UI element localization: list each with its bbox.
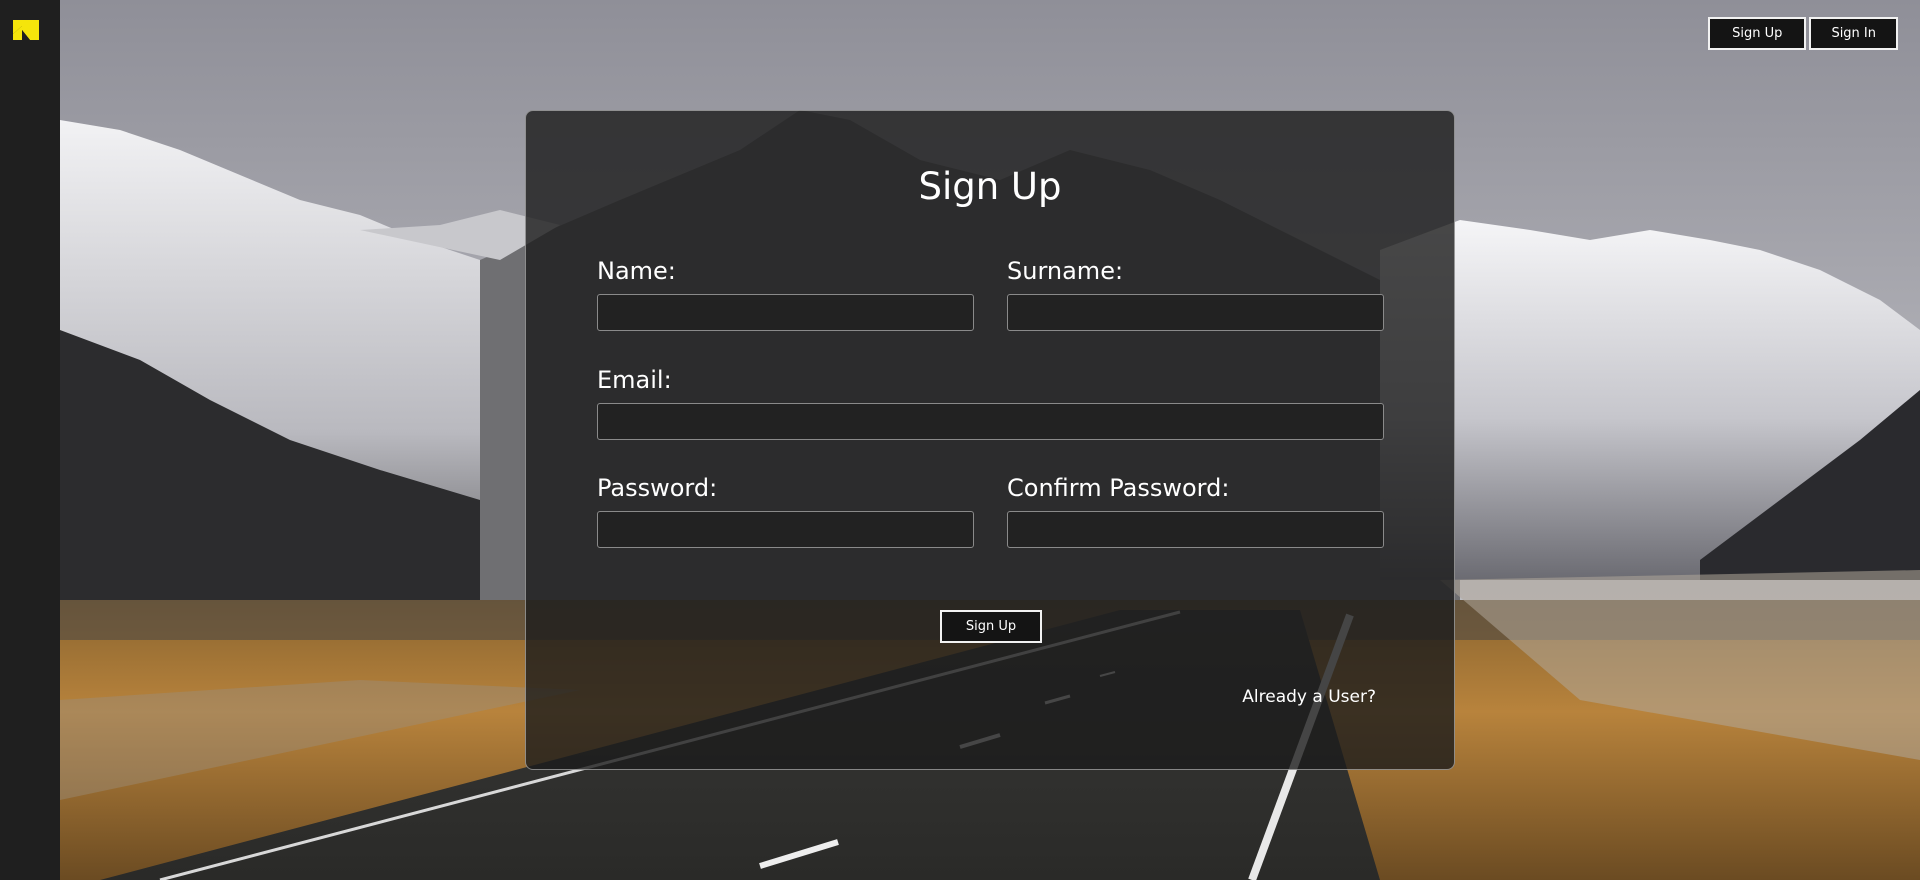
- password-input[interactable]: [597, 511, 974, 548]
- email-label: Email:: [597, 366, 672, 394]
- signup-form-card: Sign Up Name: Surname: Email: Password: …: [525, 110, 1455, 770]
- already-user-link[interactable]: Already a User?: [1242, 687, 1376, 707]
- password-label: Password:: [597, 474, 718, 502]
- email-input[interactable]: [597, 403, 1384, 440]
- sidebar: [0, 0, 60, 880]
- confirm-password-input[interactable]: [1007, 511, 1384, 548]
- surname-input[interactable]: [1007, 294, 1384, 331]
- brand-logo-icon[interactable]: [13, 20, 39, 40]
- top-nav: Sign Up Sign In: [1708, 17, 1898, 50]
- password-field-group: Password:: [597, 474, 974, 548]
- email-field-group: Email:: [597, 366, 1384, 440]
- signup-submit-button[interactable]: Sign Up: [940, 610, 1042, 643]
- name-field-group: Name:: [597, 257, 974, 331]
- surname-field-group: Surname:: [1007, 257, 1384, 331]
- confirm-password-field-group: Confirm Password:: [1007, 474, 1384, 548]
- form-title: Sign Up: [918, 165, 1062, 208]
- surname-label: Surname:: [1007, 257, 1124, 285]
- name-input[interactable]: [597, 294, 974, 331]
- nav-signup-button[interactable]: Sign Up: [1708, 17, 1807, 50]
- nav-signin-button[interactable]: Sign In: [1809, 17, 1898, 50]
- name-label: Name:: [597, 257, 676, 285]
- confirm-password-label: Confirm Password:: [1007, 474, 1230, 502]
